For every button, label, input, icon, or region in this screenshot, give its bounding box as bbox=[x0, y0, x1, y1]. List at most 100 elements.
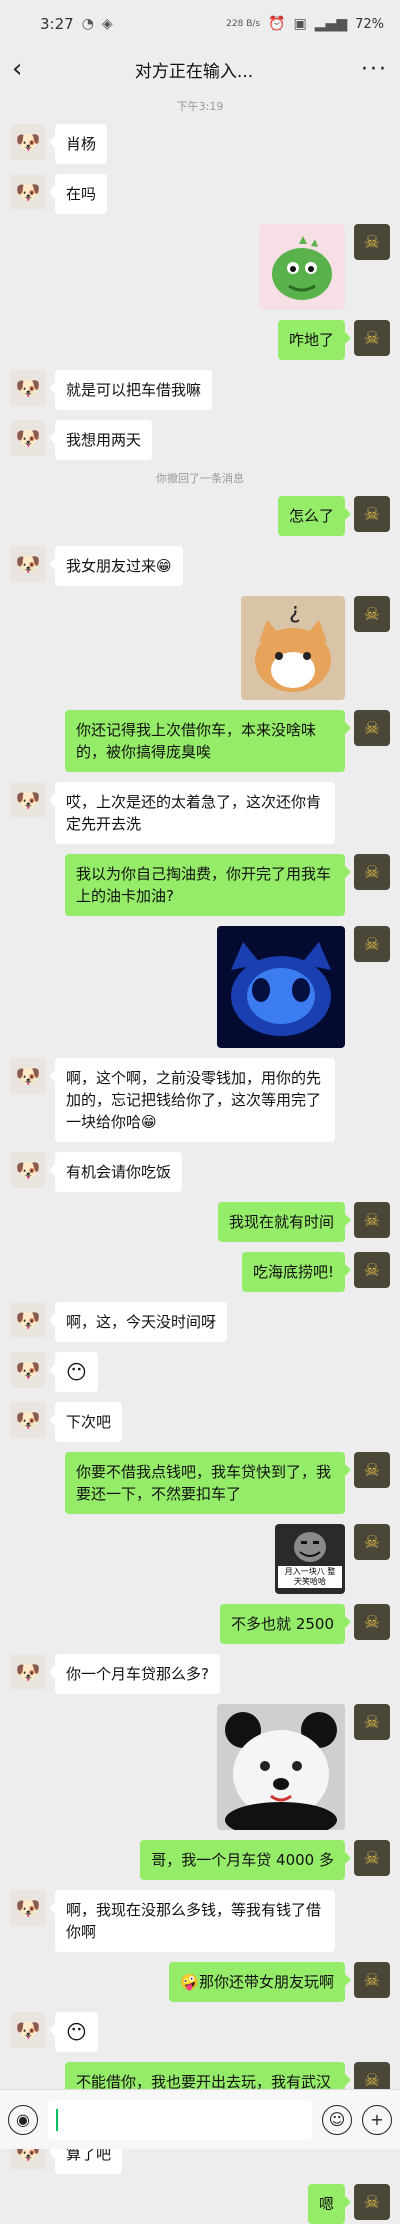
contact-avatar[interactable]: 🐶 bbox=[10, 2012, 46, 2048]
contact-avatar[interactable]: 🐶 bbox=[10, 420, 46, 456]
message-bubble[interactable]: 咋地了 bbox=[277, 320, 352, 360]
more-icon[interactable]: ··· bbox=[348, 57, 388, 82]
contact-avatar[interactable]: 🐶 bbox=[10, 370, 46, 406]
emoji-icon[interactable]: ☺ bbox=[322, 2104, 352, 2135]
message-input[interactable] bbox=[48, 2099, 312, 2140]
contact-avatar[interactable]: 🐶 bbox=[10, 124, 46, 160]
message-row: 🐶 在吗 bbox=[10, 174, 390, 214]
my-avatar[interactable]: ☠ bbox=[354, 1252, 390, 1288]
message-row: 🐶 哎，上次是还的太着急了，这次还你肯定先开去洗 bbox=[10, 782, 390, 844]
my-avatar[interactable]: ☠ bbox=[354, 1704, 390, 1740]
contact-avatar[interactable]: 🐶 bbox=[10, 782, 46, 818]
message-bubble[interactable]: 我以为你自己掏油费，你开完了用我车上的油卡加油? bbox=[65, 854, 351, 916]
message-row: 🐶 啊，我现在没那么多钱，等我有钱了借你啊 bbox=[10, 1890, 390, 1952]
message-bubble[interactable]: 你一个月车贷那么多? bbox=[49, 1654, 220, 1694]
message-row: 🐶 下次吧 bbox=[10, 1402, 390, 1442]
my-avatar[interactable]: ☠ bbox=[354, 1202, 390, 1238]
chat-title: 对方正在输入... bbox=[134, 61, 254, 82]
message-row: 你还记得我上次借你车，本来没啥味的，被你搞得庞臭唉 ☠ bbox=[10, 710, 390, 772]
my-avatar[interactable]: ☠ bbox=[354, 2184, 390, 2220]
message-row: 🐶 你一个月车贷那么多? bbox=[10, 1654, 390, 1694]
meme-face-sticker[interactable]: 月入一块八 整天笑哈哈 bbox=[275, 1524, 345, 1594]
message-bubble[interactable]: 肖杨 bbox=[48, 124, 108, 164]
dinosaur-icon bbox=[272, 236, 332, 300]
sticker-caption: 月入一块八 整天笑哈哈 bbox=[278, 1566, 342, 1588]
message-row: 🐶 有机会请你吃饭 bbox=[10, 1152, 390, 1192]
my-avatar[interactable]: ☠ bbox=[354, 710, 390, 746]
message-bubble[interactable]: 就是可以把车借我嘛 bbox=[48, 370, 213, 410]
contact-avatar[interactable]: 🐶 bbox=[10, 1890, 46, 1926]
message-bubble[interactable]: 怎么了 bbox=[277, 496, 352, 536]
message-bubble[interactable]: 嗯 bbox=[307, 2184, 352, 2224]
message-row: 你要不借我点钱吧，我车贷快到了，我要还一下，不然要扣车了 ☠ bbox=[10, 1452, 390, 1514]
app-notification-icon: ◈ bbox=[101, 16, 113, 32]
message-bubble[interactable]: 哥，我一个月车贷 4000 多 bbox=[140, 1840, 351, 1880]
panda-dog-icon bbox=[225, 1712, 337, 1830]
message-bubble[interactable]: 我现在就有时间 bbox=[217, 1202, 352, 1242]
message-bubble[interactable]: 你还记得我上次借你车，本来没啥味的，被你搞得庞臭唉 bbox=[65, 710, 351, 772]
contact-avatar[interactable]: 🐶 bbox=[10, 546, 46, 582]
message-bubble[interactable]: 在吗 bbox=[48, 174, 108, 214]
message-row: ☠ bbox=[10, 1704, 390, 1830]
my-avatar[interactable]: ☠ bbox=[354, 496, 390, 532]
message-row: 吃海底捞吧! ☠ bbox=[10, 1252, 390, 1292]
message-row: 嗯 ☠ bbox=[10, 2184, 390, 2224]
message-row: 🐶 就是可以把车借我嘛 bbox=[10, 370, 390, 410]
contact-avatar[interactable]: 🐶 bbox=[10, 174, 46, 210]
my-avatar[interactable]: ☠ bbox=[354, 1452, 390, 1488]
message-row: 怎么了 ☠ bbox=[10, 496, 390, 536]
message-row: 🤪那你还带女朋友玩啊 ☠ bbox=[10, 1962, 390, 2002]
chat-area[interactable]: 下午3:19 🐶 肖杨 🐶 在吗 ☠ 咋地了 ☠ 🐶 就是可以把车借我嘛 🐶 我… bbox=[0, 98, 400, 2224]
message-bubble[interactable]: 吃海底捞吧! bbox=[241, 1252, 352, 1292]
status-time: 3:27 bbox=[40, 15, 74, 33]
green-dinosaur-sticker[interactable] bbox=[259, 224, 345, 310]
message-bubble[interactable]: 啊，这，今天没时间呀 bbox=[48, 1302, 228, 1342]
message-bubble[interactable]: 啊，我现在没那么多钱，等我有钱了借你啊 bbox=[49, 1890, 335, 1952]
message-bubble[interactable]: 😶 bbox=[49, 1352, 98, 1392]
my-avatar[interactable]: ☠ bbox=[354, 1962, 390, 1998]
contact-avatar[interactable]: 🐶 bbox=[10, 1402, 46, 1438]
message-row: 🐶 😶 bbox=[10, 2012, 390, 2052]
message-bubble[interactable]: 🤪那你还带女朋友玩啊 bbox=[169, 1962, 351, 2002]
my-avatar[interactable]: ☠ bbox=[354, 926, 390, 962]
message-row: 🐶 啊，这个啊，之前没零钱加，用你的先加的，忘记把钱给你了，这次等用完了一块给你… bbox=[10, 1058, 390, 1142]
message-bubble[interactable]: 😶 bbox=[49, 2012, 98, 2052]
panda-dog-sticker[interactable] bbox=[217, 1704, 345, 1830]
contact-avatar[interactable]: 🐶 bbox=[10, 1058, 46, 1094]
message-bubble[interactable]: 不多也就 2500 bbox=[220, 1604, 351, 1644]
net-speed: 228 B/s bbox=[226, 19, 261, 29]
chevron-left-icon[interactable]: ‹ bbox=[12, 56, 40, 82]
text-caret bbox=[56, 2108, 58, 2131]
my-avatar[interactable]: ☠ bbox=[354, 1840, 390, 1876]
cat-icon: ¿ bbox=[255, 599, 331, 692]
signal-icon: ▂▄▆ bbox=[314, 16, 348, 32]
message-bubble[interactable]: 下次吧 bbox=[48, 1402, 123, 1442]
my-avatar[interactable]: ☠ bbox=[354, 596, 390, 632]
message-bubble[interactable]: 我想用两天 bbox=[48, 420, 153, 460]
my-avatar[interactable]: ☠ bbox=[354, 224, 390, 260]
contact-avatar[interactable]: 🐶 bbox=[10, 1152, 46, 1188]
contact-avatar[interactable]: 🐶 bbox=[10, 1654, 46, 1690]
my-avatar[interactable]: ☠ bbox=[354, 1604, 390, 1640]
blue-glowing-cat-sticker[interactable] bbox=[217, 926, 345, 1048]
nfc-icon: ▣ bbox=[293, 16, 307, 32]
recall-notice: 你撤回了一条消息 bbox=[156, 472, 244, 485]
message-row: ¿ ☠ bbox=[10, 596, 390, 700]
plus-icon[interactable]: + bbox=[362, 2104, 392, 2135]
contact-avatar[interactable]: 🐶 bbox=[10, 1302, 46, 1338]
message-row: 我以为你自己掏油费，你开完了用我车上的油卡加油? ☠ bbox=[10, 854, 390, 916]
message-bubble[interactable]: 我女朋友过来😁 bbox=[49, 546, 183, 586]
voice-icon[interactable]: ◉ bbox=[8, 2104, 38, 2135]
message-bubble[interactable]: 哎，上次是还的太着急了，这次还你肯定先开去洗 bbox=[49, 782, 335, 844]
message-bubble[interactable]: 有机会请你吃饭 bbox=[48, 1152, 183, 1192]
my-avatar[interactable]: ☠ bbox=[354, 320, 390, 356]
my-avatar[interactable]: ☠ bbox=[354, 854, 390, 890]
message-bubble[interactable]: 你要不借我点钱吧，我车贷快到了，我要还一下，不然要扣车了 bbox=[65, 1452, 351, 1514]
meme-face-icon bbox=[294, 1532, 326, 1562]
contact-avatar[interactable]: 🐶 bbox=[10, 1352, 46, 1388]
message-bubble[interactable]: 啊，这个啊，之前没零钱加，用你的先加的，忘记把钱给你了，这次等用完了一块给你哈😁 bbox=[49, 1058, 335, 1142]
my-avatar[interactable]: ☠ bbox=[354, 1524, 390, 1560]
wechat-notification-icon: ◔ bbox=[81, 16, 94, 32]
chat-header: ‹ 对方正在输入... ··· bbox=[0, 48, 400, 90]
confused-cat-sticker[interactable]: ¿ bbox=[241, 596, 345, 700]
